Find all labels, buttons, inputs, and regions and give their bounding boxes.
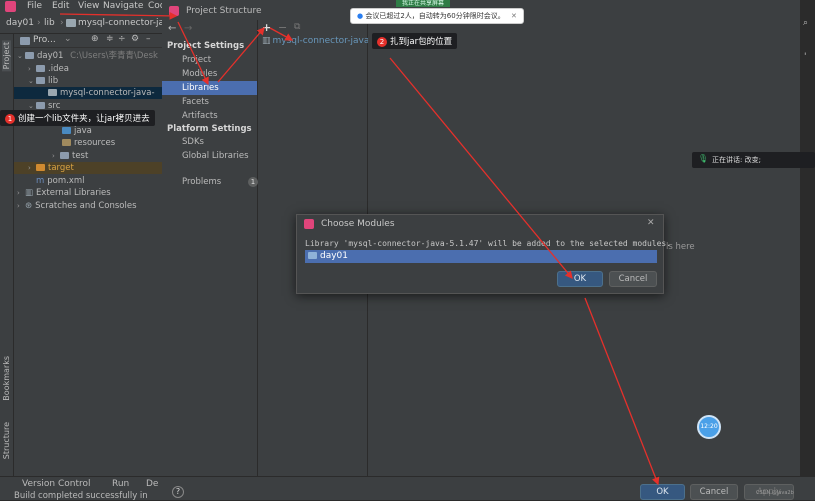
step-badge: 2 <box>377 37 387 47</box>
nav-project[interactable]: Project <box>182 53 211 67</box>
modal-cancel-button[interactable]: Cancel <box>609 271 657 287</box>
nav-modules[interactable]: Modules <box>182 67 217 81</box>
help-icon[interactable]: ? <box>172 486 184 498</box>
project-panel-title[interactable]: Pro... <box>33 35 56 45</box>
speaking-indicator: 🎙 正在讲话: 改变; <box>692 152 815 168</box>
collapse-all-icon[interactable]: ≑ <box>106 34 114 44</box>
close-icon[interactable]: ✕ <box>511 12 517 20</box>
settings-nav: ← → Project Settings Project Modules Lib… <box>162 20 258 480</box>
remove-icon[interactable]: − <box>278 21 287 34</box>
library-icon <box>66 18 76 28</box>
editor-gutter-mark: ' <box>804 52 807 62</box>
nav-artifacts[interactable]: Artifacts <box>182 109 218 123</box>
gear-icon[interactable]: ⚙ <box>131 34 139 44</box>
module-row-day01[interactable]: day01 <box>305 250 657 263</box>
modal-title: Choose Modules <box>321 219 395 229</box>
nav-sdks[interactable]: SDKs <box>182 135 204 149</box>
annotation-step2: 2 扎到jar包的位置 <box>372 33 458 49</box>
screen-share-banner: 我正在共享屏幕 <box>396 0 451 7</box>
breadcrumb-folder[interactable]: lib <box>44 18 55 28</box>
nav-problems[interactable]: Problems <box>182 175 221 189</box>
intellij-logo-icon <box>5 1 16 12</box>
cancel-button[interactable]: Cancel <box>690 484 738 500</box>
breadcrumb-file[interactable]: mysql-connector-ja <box>78 18 164 28</box>
modal-message: Library 'mysql-connector-java-5.1.47' wi… <box>305 239 672 248</box>
dialog-title: Project Structure <box>186 6 262 16</box>
microphone-icon: 🎙 <box>698 154 709 163</box>
scratches-icon: ⊛ <box>25 201 33 211</box>
menu-navigate[interactable]: Navigate <box>103 1 143 11</box>
tree-item-external-libraries[interactable]: › ▥ External Libraries <box>17 187 111 199</box>
tree-item-lib[interactable]: ⌄ lib <box>28 75 58 87</box>
problems-count-badge: 1 <box>248 177 258 187</box>
annotation-step1: 1 创建一个lib文件夹，让jar拷贝进去 <box>0 110 155 126</box>
nav-facets[interactable]: Facets <box>182 95 209 109</box>
left-tool-stripe: Project Bookmarks Structure <box>0 34 14 484</box>
module-icon <box>308 252 317 259</box>
hide-icon[interactable]: – <box>146 34 151 44</box>
editor-area: ⌕ ' <box>800 0 815 500</box>
breadcrumb: day01 › lib › mysql-connector-ja <box>0 14 170 34</box>
avatar[interactable]: 12:20 <box>697 415 721 439</box>
menu-bar: File Edit View Navigate Cod <box>0 0 170 14</box>
tree-item-pom[interactable]: m pom.xml <box>36 175 85 187</box>
watermark: CSDN @Java2b <box>756 490 794 496</box>
step-badge: 1 <box>5 114 15 124</box>
structure-tool-tab[interactable]: Structure <box>2 422 11 459</box>
version-control-tab[interactable]: Version Control <box>22 479 91 489</box>
run-tab[interactable]: Run <box>112 479 129 489</box>
chevron-down-icon[interactable]: ⌄ <box>64 34 72 44</box>
breadcrumb-project[interactable]: day01 <box>6 18 34 28</box>
project-panel-header: Pro... ⌄ ⊕ ≑ ÷ ⚙ – <box>14 34 162 48</box>
choose-modules-dialog: Choose Modules ✕ Library 'mysql-connecto… <box>296 214 671 294</box>
intellij-logo-icon <box>169 6 179 16</box>
ok-button[interactable]: OK <box>640 484 685 500</box>
project-panel: Pro... ⌄ ⊕ ≑ ÷ ⚙ – ⌄ day01 C:\Users\李青青\D… <box>14 34 162 484</box>
tree-item-idea[interactable]: › .idea <box>28 63 69 75</box>
project-tool-tab[interactable]: Project <box>2 40 11 72</box>
copy-icon[interactable]: ⧉ <box>294 22 300 32</box>
library-entry[interactable]: ▥ mysql-connector-java <box>258 35 368 48</box>
project-settings-heading: Project Settings <box>167 41 245 51</box>
library-icon: ▥ <box>262 36 271 46</box>
tree-item-resources[interactable]: resources <box>62 137 115 149</box>
menu-file[interactable]: File <box>27 1 42 11</box>
meeting-banner: ● 会议已超过2人，自动转为60分钟限时会议。 ✕ <box>350 8 524 24</box>
close-icon[interactable]: ✕ <box>647 218 655 228</box>
intellij-logo-icon <box>304 219 314 229</box>
nav-libraries[interactable]: Libraries <box>162 81 257 95</box>
tree-item-target[interactable]: › target <box>14 162 162 174</box>
tree-item-java[interactable]: java <box>62 125 92 137</box>
tree-item-day01[interactable]: ⌄ day01 C:\Users\李青青\Desk <box>17 50 158 62</box>
menu-view[interactable]: View <box>78 1 99 11</box>
add-icon[interactable]: + <box>262 21 271 34</box>
folder-icon <box>20 36 30 46</box>
modal-ok-button[interactable]: OK <box>557 271 603 287</box>
tree-item-mysql-jar[interactable]: mysql-connector-java- <box>14 87 162 99</box>
locate-icon[interactable]: ⊕ <box>91 34 99 44</box>
info-icon: ● <box>357 12 364 20</box>
menu-edit[interactable]: Edit <box>52 1 69 11</box>
bookmarks-tool-tab[interactable]: Bookmarks <box>2 356 11 401</box>
debug-tab[interactable]: De <box>146 479 158 489</box>
forward-arrow-icon[interactable]: → <box>184 23 192 34</box>
platform-settings-heading: Platform Settings <box>167 124 252 134</box>
bottom-bar: Version Control Run De Build completed s… <box>0 476 815 501</box>
nav-global-libraries[interactable]: Global Libraries <box>182 149 249 163</box>
expand-all-icon[interactable]: ÷ <box>118 34 126 44</box>
search-icon[interactable]: ⌕ <box>803 18 808 28</box>
tree-item-test[interactable]: › test <box>38 150 88 162</box>
tree-item-scratches[interactable]: › ⊛ Scratches and Consoles <box>17 200 137 212</box>
back-arrow-icon[interactable]: ← <box>168 23 176 34</box>
library-icon: ▥ <box>25 188 34 198</box>
